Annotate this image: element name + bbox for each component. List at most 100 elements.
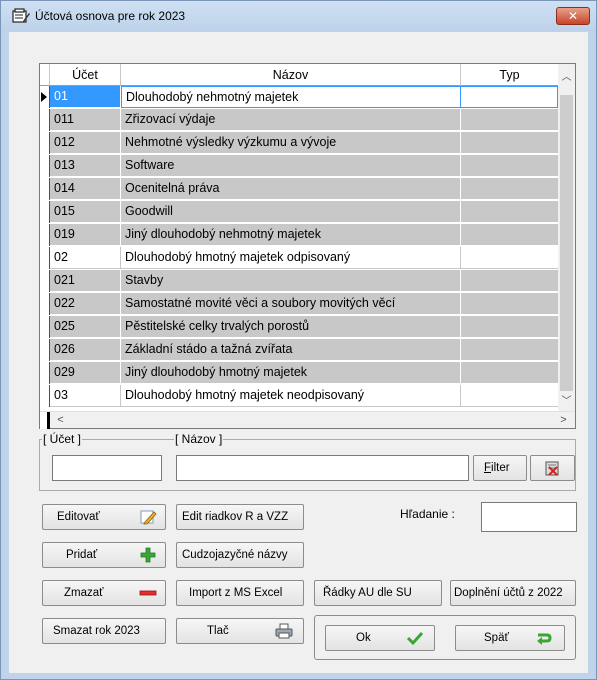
cell-nazov[interactable]: Dlouhodobý nehmotný majetek — [121, 86, 461, 108]
table-row[interactable]: 015 Goodwill — [40, 201, 558, 223]
table-row[interactable]: 011 Zřizovací výdaje — [40, 109, 558, 131]
delete-button[interactable]: Zmazať — [42, 580, 166, 606]
filter-button[interactable]: Filter — [473, 455, 527, 481]
delete-year-button[interactable]: Smazat rok 2023 — [42, 618, 166, 644]
back-button[interactable]: Späť — [455, 625, 565, 651]
horizontal-scrollbar[interactable]: < > — [40, 411, 575, 429]
close-button[interactable]: ✕ — [556, 7, 590, 25]
import-excel-button[interactable]: Import z MS Excel — [176, 580, 304, 606]
edit-rows-button[interactable]: Edit riadkov R a VZZ — [176, 504, 304, 530]
cell-ucet[interactable]: 01 — [50, 86, 121, 108]
cell-ucet[interactable]: 011 — [50, 109, 121, 131]
row-indicator[interactable] — [40, 155, 50, 177]
title-bar[interactable]: Účtová osnova pre rok 2023 ✕ — [1, 1, 596, 31]
row-indicator[interactable] — [40, 362, 50, 384]
row-indicator[interactable] — [40, 224, 50, 246]
ucet-filter-input[interactable] — [52, 455, 162, 481]
row-indicator[interactable] — [40, 201, 50, 223]
cell-typ[interactable] — [461, 132, 558, 154]
cell-nazov[interactable]: Dlouhodobý hmotný majetek neodpisovaný — [121, 385, 461, 407]
row-indicator[interactable] — [40, 247, 50, 269]
clear-filter-button[interactable] — [530, 455, 575, 481]
row-indicator[interactable] — [40, 385, 50, 407]
table-row[interactable]: 025 Pěstitelské celky trvalých porostů — [40, 316, 558, 338]
cell-ucet[interactable]: 021 — [50, 270, 121, 292]
cell-typ[interactable] — [461, 270, 558, 292]
edit-button[interactable]: Editovať — [42, 504, 166, 530]
cell-ucet[interactable]: 029 — [50, 362, 121, 384]
cell-nazov[interactable]: Základní stádo a tažná zvířata — [121, 339, 461, 361]
cell-nazov[interactable]: Nehmotné výsledky výzkumu a vývoje — [121, 132, 461, 154]
cell-ucet[interactable]: 015 — [50, 201, 121, 223]
vertical-scrollbar[interactable]: ︿ ﹀ — [558, 64, 575, 411]
table-row[interactable]: 02 Dlouhodobý hmotný majetek odpisovaný — [40, 247, 558, 269]
accounts-grid[interactable]: Účet Názov Typ 01 Dlouhodobý nehmotný maj… — [39, 63, 576, 429]
cell-typ[interactable] — [461, 293, 558, 315]
table-row[interactable]: 03 Dlouhodobý hmotný majetek neodpisovaný — [40, 385, 558, 407]
row-indicator[interactable] — [40, 178, 50, 200]
scroll-left-icon[interactable]: < — [52, 412, 69, 429]
cell-typ[interactable] — [461, 86, 558, 108]
cell-nazov[interactable]: Zřizovací výdaje — [121, 109, 461, 131]
scroll-thumb[interactable] — [560, 95, 573, 391]
scroll-up-icon[interactable]: ︿ — [558, 69, 575, 86]
row-indicator[interactable] — [40, 339, 50, 361]
table-row[interactable]: 013 Software — [40, 155, 558, 177]
cell-nazov[interactable]: Goodwill — [121, 201, 461, 223]
column-header-typ[interactable]: Typ — [461, 64, 558, 86]
cell-ucet[interactable]: 02 — [50, 247, 121, 269]
cell-nazov[interactable]: Software — [121, 155, 461, 177]
cell-nazov[interactable]: Samostatné movité věci a soubory movitýc… — [121, 293, 461, 315]
cell-nazov[interactable]: Jiný dlouhodobý hmotný majetek — [121, 362, 461, 384]
table-row[interactable]: 029 Jiný dlouhodobý hmotný majetek — [40, 362, 558, 384]
add-button[interactable]: Pridať — [42, 542, 166, 568]
cell-ucet[interactable]: 013 — [50, 155, 121, 177]
cell-typ[interactable] — [461, 178, 558, 200]
cell-ucet[interactable]: 019 — [50, 224, 121, 246]
table-row[interactable]: 022 Samostatné movité věci a soubory movi… — [40, 293, 558, 315]
cell-nazov[interactable]: Pěstitelské celky trvalých porostů — [121, 316, 461, 338]
cell-typ[interactable] — [461, 201, 558, 223]
cell-nazov[interactable]: Dlouhodobý hmotný majetek odpisovaný — [121, 247, 461, 269]
cell-typ[interactable] — [461, 109, 558, 131]
column-header-ucet[interactable]: Účet — [50, 64, 121, 86]
cell-typ[interactable] — [461, 247, 558, 269]
cell-ucet[interactable]: 03 — [50, 385, 121, 407]
cell-typ[interactable] — [461, 155, 558, 177]
table-row[interactable]: 021 Stavby — [40, 270, 558, 292]
cell-nazov[interactable]: Jiný dlouhodobý nehmotný majetek — [121, 224, 461, 246]
table-row[interactable]: 014 Ocenitelná práva — [40, 178, 558, 200]
scroll-right-icon[interactable]: > — [555, 412, 572, 429]
row-indicator[interactable] — [40, 293, 50, 315]
cell-typ[interactable] — [461, 362, 558, 384]
table-row[interactable]: 012 Nehmotné výsledky výzkumu a vývoje — [40, 132, 558, 154]
print-button[interactable]: Tlač — [176, 618, 304, 644]
column-header-nazov[interactable]: Názov — [121, 64, 461, 86]
cell-ucet[interactable]: 014 — [50, 178, 121, 200]
table-row[interactable]: 01 Dlouhodobý nehmotný majetek — [40, 86, 558, 108]
table-row[interactable]: 019 Jiný dlouhodobý nehmotný majetek — [40, 224, 558, 246]
scroll-down-icon[interactable]: ﹀ — [558, 393, 575, 410]
cell-nazov[interactable]: Stavby — [121, 270, 461, 292]
row-indicator[interactable] — [40, 109, 50, 131]
row-indicator[interactable] — [40, 86, 50, 108]
cell-nazov[interactable]: Ocenitelná práva — [121, 178, 461, 200]
cell-ucet[interactable]: 026 — [50, 339, 121, 361]
cell-typ[interactable] — [461, 339, 558, 361]
row-indicator[interactable] — [40, 316, 50, 338]
cell-ucet[interactable]: 012 — [50, 132, 121, 154]
row-indicator[interactable] — [40, 132, 50, 154]
ok-button[interactable]: Ok — [325, 625, 435, 651]
table-row[interactable]: 026 Základní stádo a tažná zvířata — [40, 339, 558, 361]
rows-au-button[interactable]: Řádky AU dle SU — [314, 580, 442, 606]
cell-typ[interactable] — [461, 224, 558, 246]
nazov-filter-input[interactable] — [176, 455, 469, 481]
supplement-accounts-button[interactable]: Doplnění účtů z 2022 — [450, 580, 576, 606]
foreign-names-button[interactable]: Cudzojazyčné názvy — [176, 542, 304, 568]
cell-typ[interactable] — [461, 316, 558, 338]
cell-ucet[interactable]: 025 — [50, 316, 121, 338]
search-input[interactable] — [481, 502, 577, 532]
row-indicator[interactable] — [40, 270, 50, 292]
cell-ucet[interactable]: 022 — [50, 293, 121, 315]
cell-typ[interactable] — [461, 385, 558, 407]
